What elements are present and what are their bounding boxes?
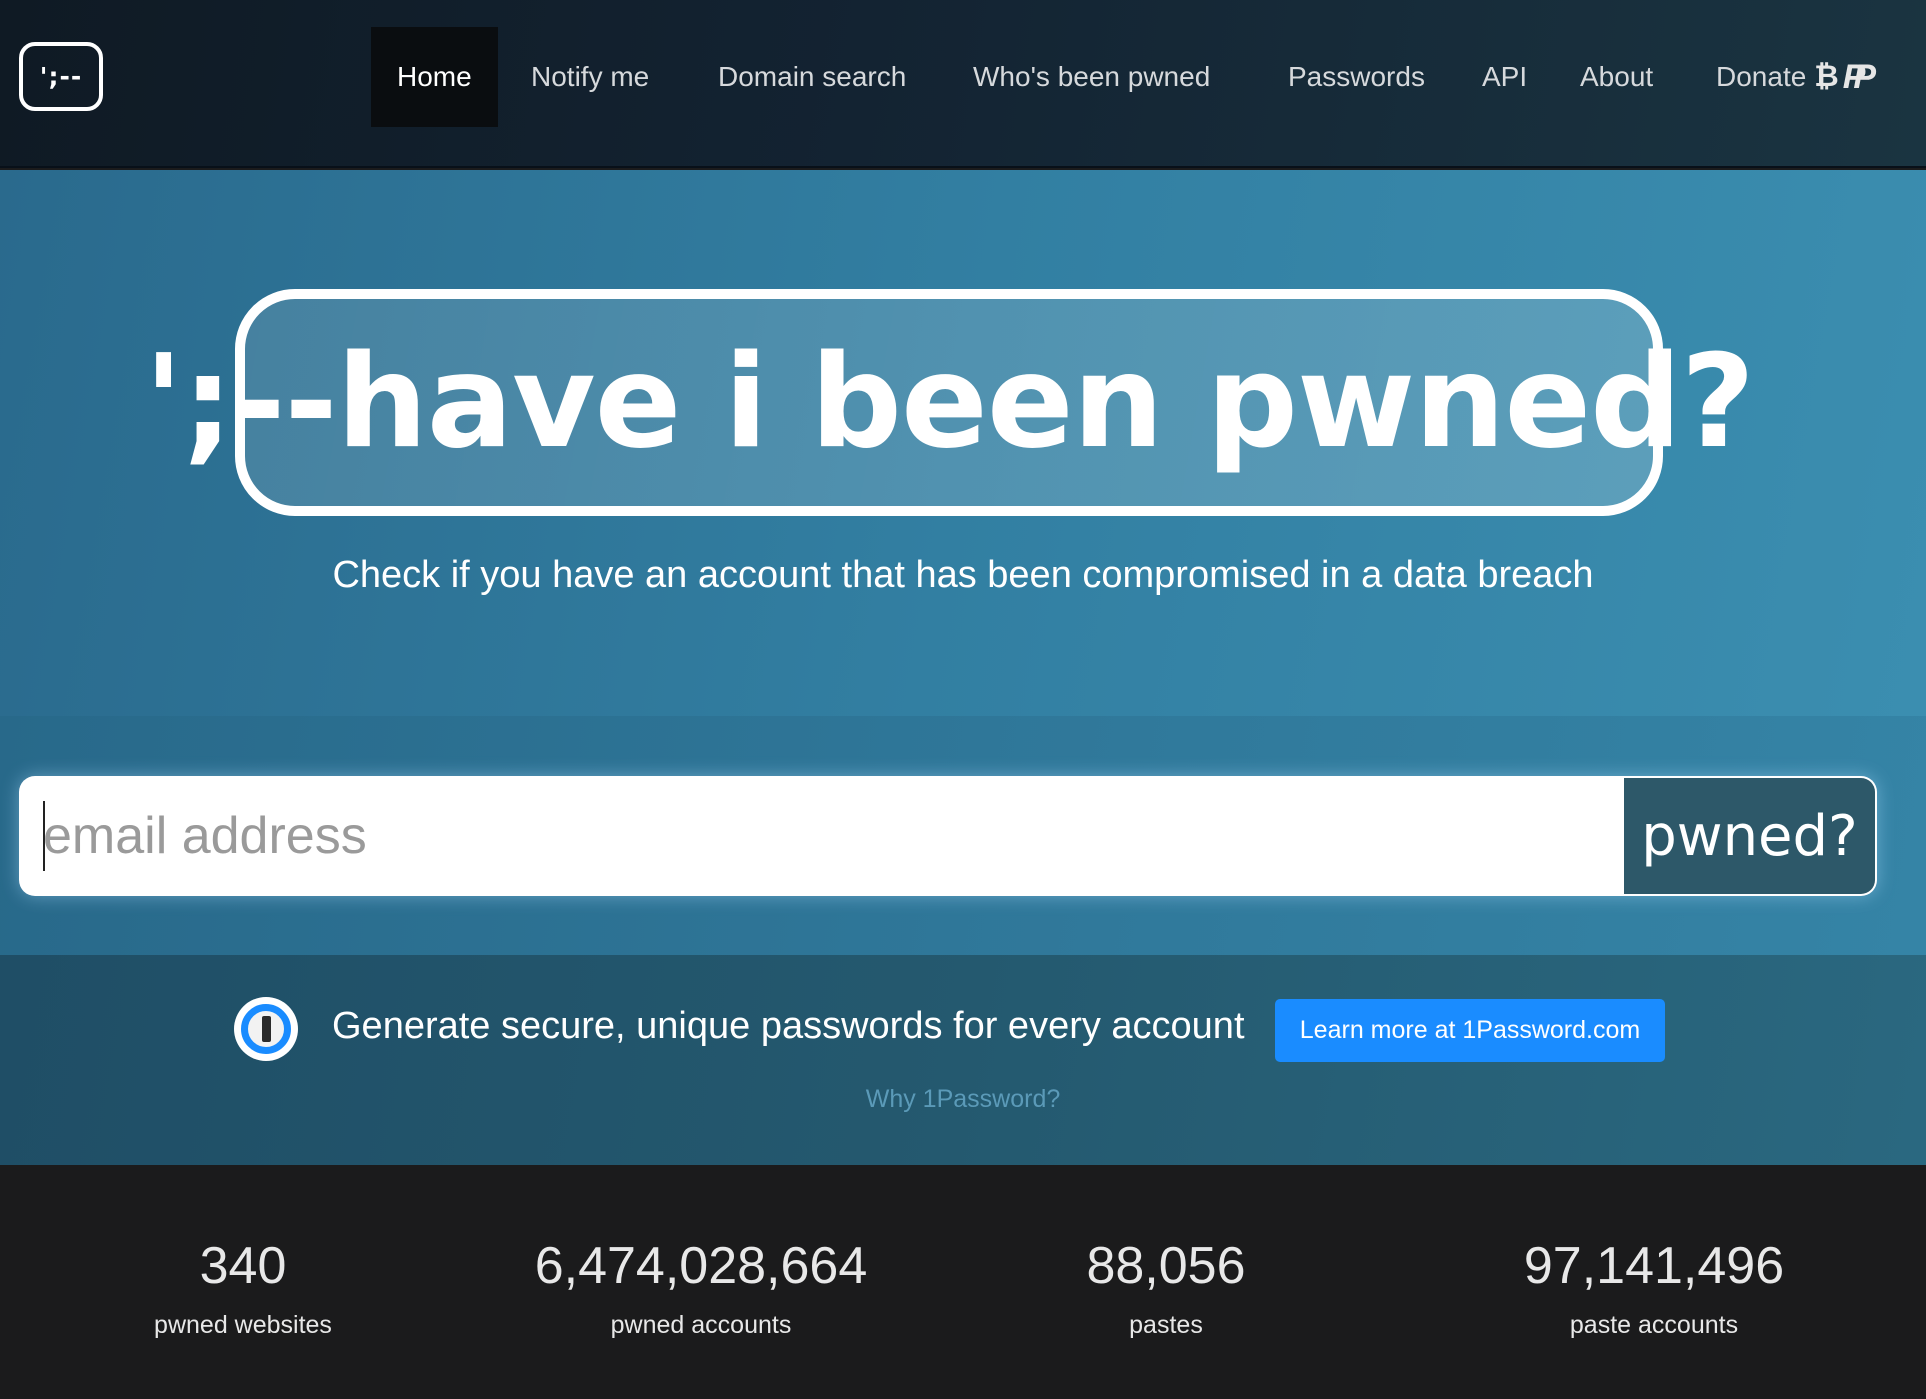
paypal-icon[interactable]: PP <box>1843 58 1877 97</box>
stat-value: 340 <box>199 1237 287 1295</box>
hero-title-box: ';--have i been pwned? <box>144 289 1755 516</box>
1password-icon <box>234 997 298 1061</box>
stat-value: 97,141,496 <box>1523 1237 1785 1295</box>
bitcoin-icon[interactable]: ₿ <box>1814 60 1838 94</box>
stat-paste-accounts: 97,141,496 paste accounts <box>1404 1237 1904 1340</box>
1password-promo: Generate secure, unique passwords for ev… <box>0 955 1926 1165</box>
nav-notify-me[interactable]: Notify me <box>531 27 649 127</box>
stat-label: paste accounts <box>1569 1311 1739 1340</box>
stat-value: 6,474,028,664 <box>534 1237 868 1295</box>
page-title: ';--have i been pwned? <box>144 327 1755 477</box>
search-form: pwned? <box>19 776 1877 896</box>
nav-passwords[interactable]: Passwords <box>1288 27 1425 127</box>
stat-pwned-websites: 340 pwned websites <box>0 1237 493 1340</box>
1password-icon-ring <box>241 1004 291 1054</box>
stats-section: 340 pwned websites 6,474,028,664 pwned a… <box>0 1165 1926 1399</box>
donate-icons: ₿ PP <box>1814 58 1877 97</box>
stat-label: pwned websites <box>154 1311 332 1340</box>
stat-pastes: 88,056 pastes <box>916 1237 1416 1340</box>
stat-pwned-accounts: 6,474,028,664 pwned accounts <box>451 1237 951 1340</box>
nav-donate-label: Donate <box>1716 61 1807 92</box>
nav-api[interactable]: API <box>1482 27 1527 127</box>
hero-section: ';--have i been pwned? Check if you have… <box>0 170 1926 716</box>
stat-value: 88,056 <box>1086 1237 1246 1295</box>
promo-text: Generate secure, unique passwords for ev… <box>332 1005 1245 1047</box>
stat-label: pwned accounts <box>610 1311 792 1340</box>
email-search-input[interactable] <box>19 776 1624 896</box>
site-logo[interactable]: ';-- <box>19 42 103 111</box>
search-section: pwned? <box>0 716 1926 955</box>
pwned-search-button[interactable]: pwned? <box>1624 776 1877 896</box>
nav-home[interactable]: Home <box>371 27 498 127</box>
text-caret <box>43 801 45 871</box>
learn-more-1password-button[interactable]: Learn more at 1Password.com <box>1275 999 1665 1062</box>
1password-icon-keyhole <box>261 1016 271 1042</box>
nav-domain-search[interactable]: Domain search <box>718 27 906 127</box>
nav-donate[interactable]: Donate ₿ PP <box>1716 27 1877 127</box>
nav-about[interactable]: About <box>1580 27 1653 127</box>
top-navbar: ';-- Home Notify me Domain search Who's … <box>0 0 1926 168</box>
why-1password-link[interactable]: Why 1Password? <box>0 1085 1926 1114</box>
stat-label: pastes <box>1129 1311 1203 1340</box>
hero-subtitle: Check if you have an account that has be… <box>332 554 1594 596</box>
nav-whos-been-pwned[interactable]: Who's been pwned <box>973 27 1210 127</box>
